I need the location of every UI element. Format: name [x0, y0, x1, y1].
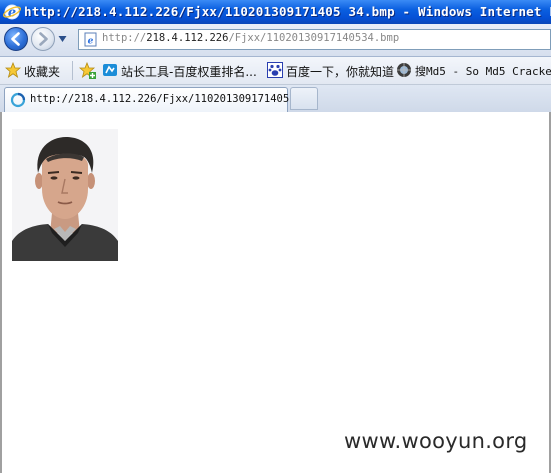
svg-text:e: e: [88, 37, 94, 47]
address-bar[interactable]: e http://218.4.112.226/Fjxx/110201309171…: [78, 29, 551, 50]
title-bar[interactable]: e http://218.4.112.226/Fjxx/110201309171…: [0, 0, 551, 24]
watermark-text: www.wooyun.org: [344, 429, 528, 453]
baidu-paw-icon: [267, 62, 283, 78]
forward-button[interactable]: [31, 27, 55, 51]
internet-explorer-icon: e: [3, 4, 21, 21]
md5-search-icon: [397, 63, 411, 77]
new-tab-button[interactable]: [290, 87, 318, 110]
url-prefix: http://: [102, 32, 147, 44]
favorite-label: 搜Md5 - So Md5 Cracke...: [415, 65, 551, 78]
add-to-favorites-icon[interactable]: [79, 62, 97, 80]
navigation-bar: e http://218.4.112.226/Fjxx/110201309171…: [0, 24, 551, 57]
star-icon: [5, 62, 21, 78]
favorite-label: 站长工具-百度权重排名...: [121, 65, 257, 79]
toolbar-divider: [72, 61, 73, 80]
webmaster-tool-icon: [103, 64, 117, 76]
tab-label: http://218.4.112.226/Fjxx/11020130917140…: [30, 93, 309, 105]
url-host: 218.4.112.226: [146, 32, 229, 44]
favorite-label: 百度一下，你就知道: [286, 65, 395, 79]
tab-bar: http://218.4.112.226/Fjxx/11020130917140…: [0, 85, 551, 113]
url-path: /Fjxx/11020130917140534.bmp: [228, 32, 400, 44]
arrow-left-icon: [11, 32, 20, 46]
favorites-bar: 收藏夹 站长工具-百度权重排名... 百度一下，你就知道 搜Md5 - So M…: [0, 57, 551, 85]
favorites-label: 收藏夹: [24, 65, 61, 79]
address-url[interactable]: http://218.4.112.226/Fjxx/11020130917140…: [102, 32, 399, 44]
portrait-image: [12, 129, 118, 261]
back-button[interactable]: [4, 27, 28, 51]
page-icon: e: [84, 32, 97, 47]
id-photo: [12, 129, 118, 261]
tab-current-page[interactable]: http://218.4.112.226/Fjxx/11020130917140…: [4, 87, 308, 112]
window-title: http://218.4.112.226/Fjxx/11020130917140…: [24, 4, 551, 19]
page-loading-icon: [10, 92, 26, 108]
arrow-right-icon: [39, 32, 48, 46]
recent-pages-dropdown-icon[interactable]: [58, 35, 67, 43]
